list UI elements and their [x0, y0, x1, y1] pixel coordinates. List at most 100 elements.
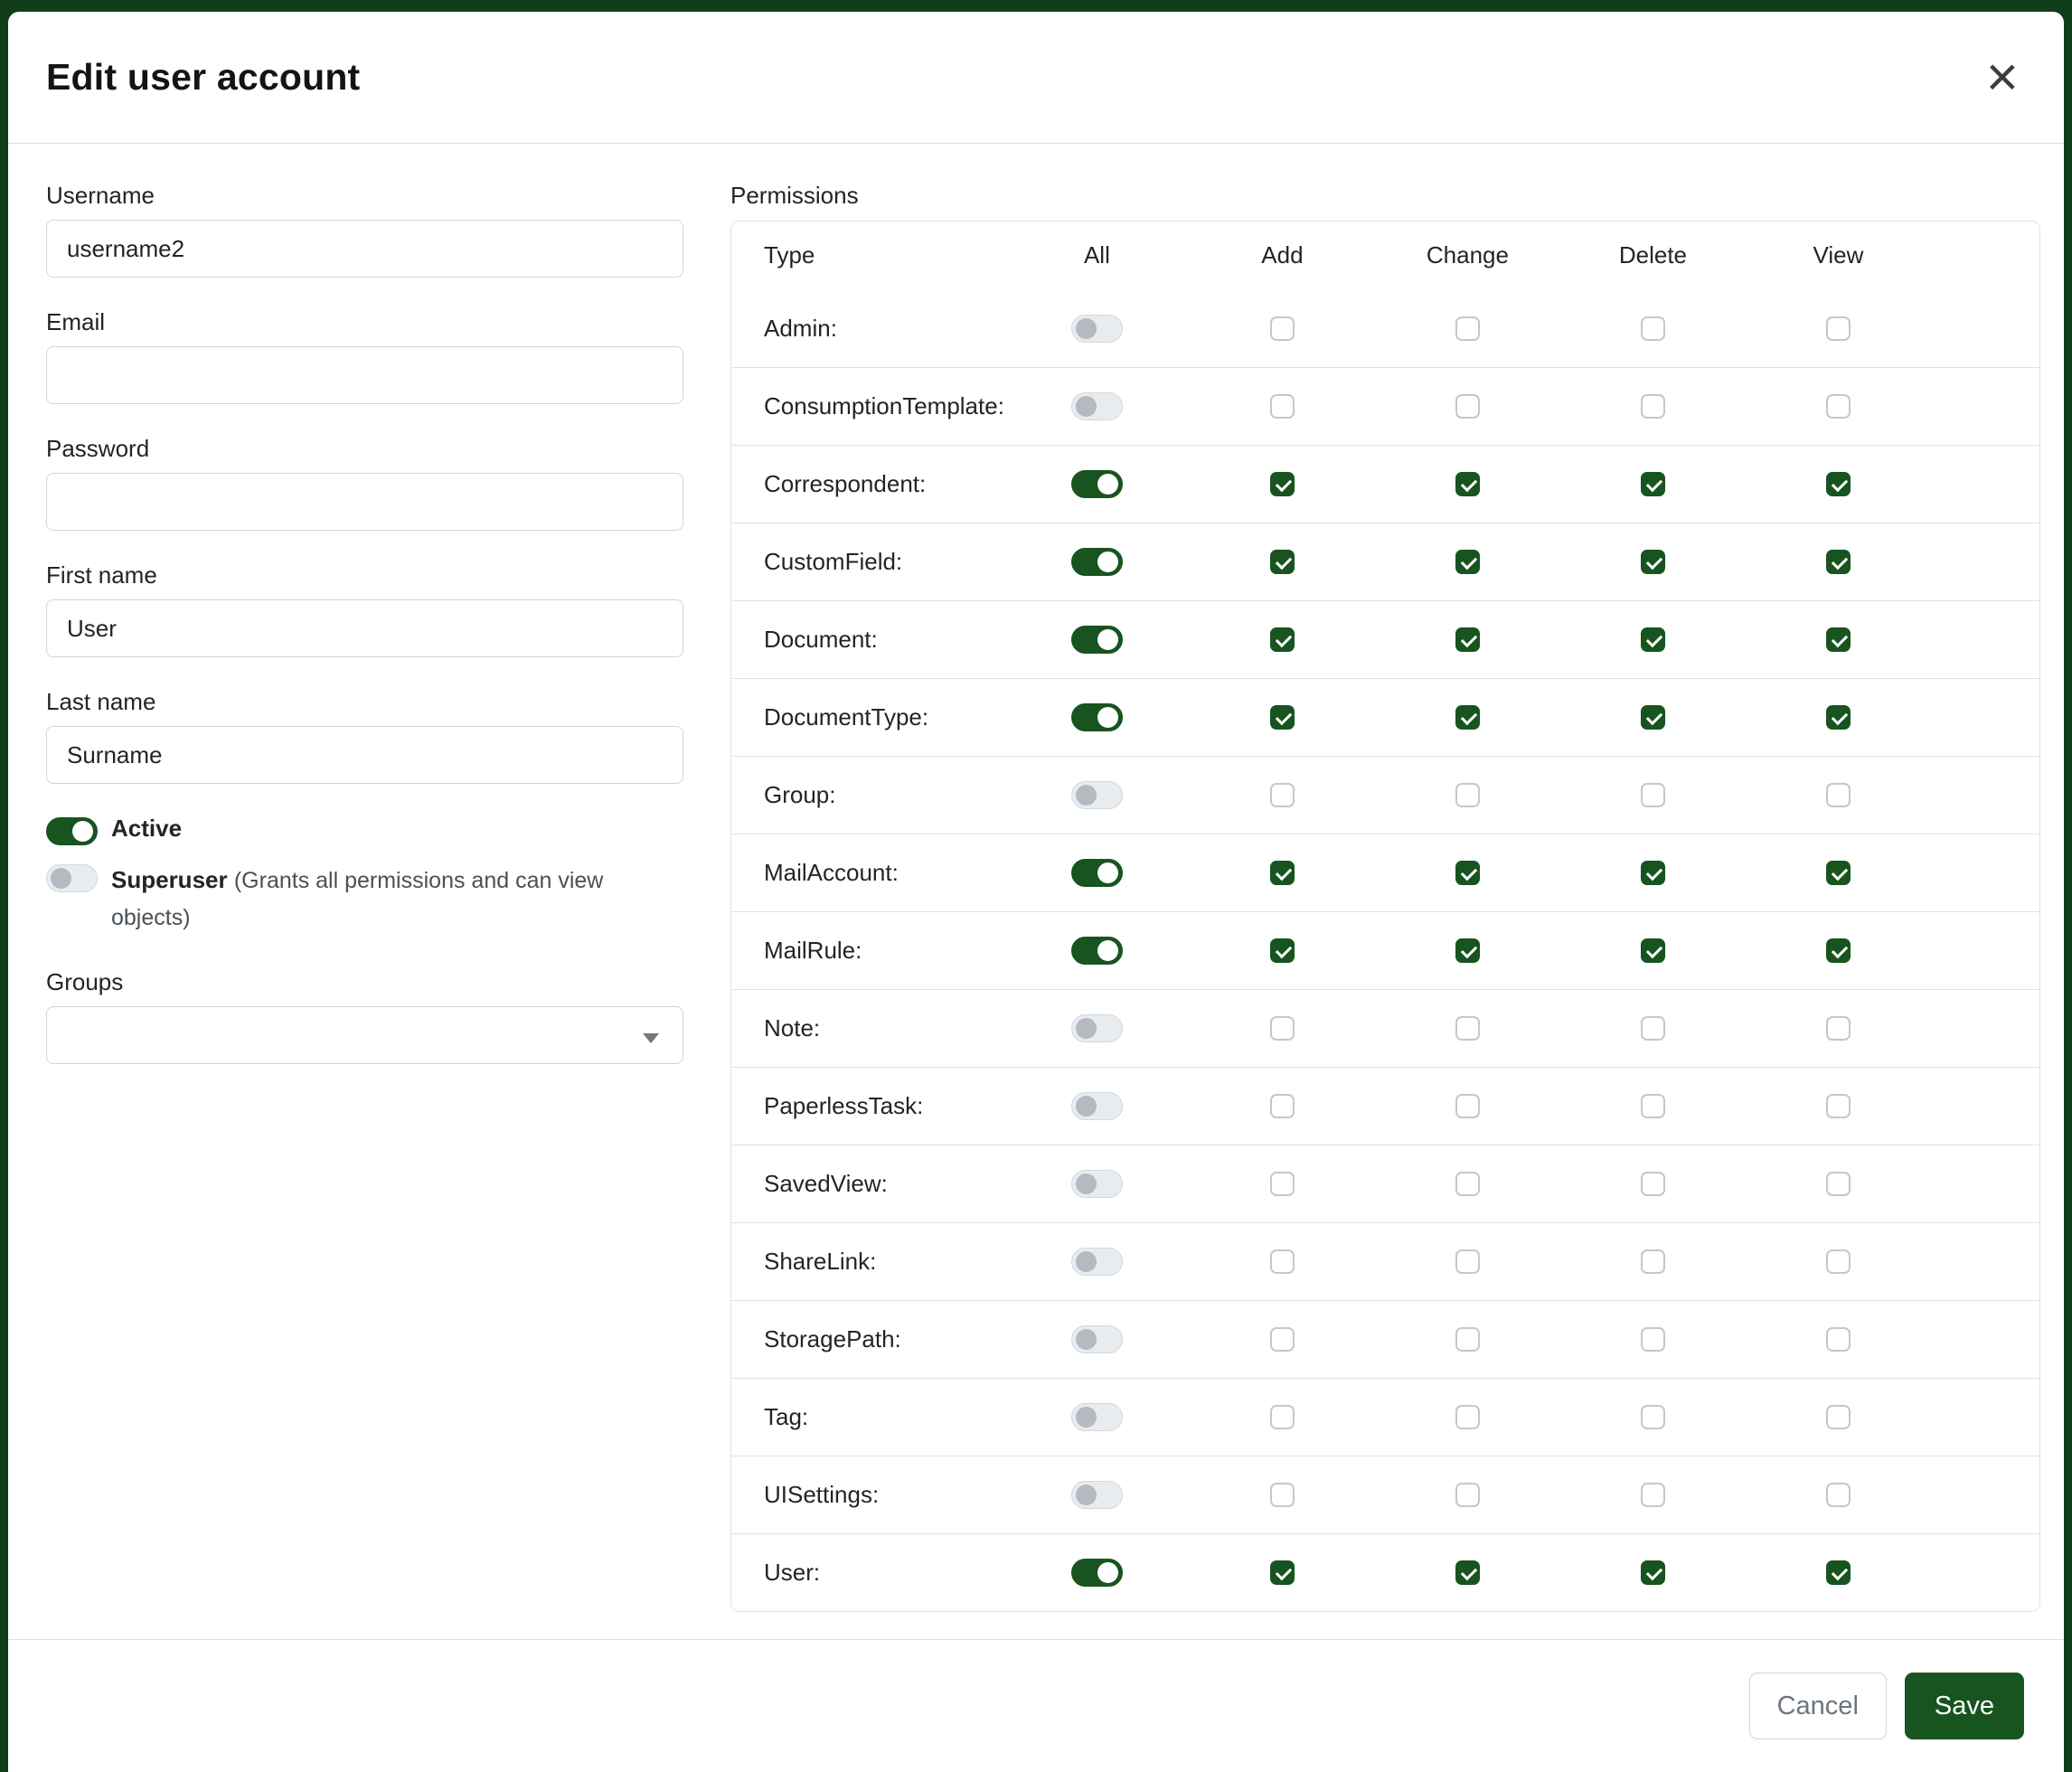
permission-delete-checkbox[interactable]	[1641, 1405, 1665, 1429]
permission-add-checkbox[interactable]	[1270, 1405, 1295, 1429]
permission-delete-checkbox[interactable]	[1641, 550, 1665, 574]
permission-change-checkbox[interactable]	[1455, 316, 1480, 341]
permission-all-toggle[interactable]	[1071, 392, 1123, 420]
permission-change-checkbox[interactable]	[1455, 705, 1480, 730]
permission-view-checkbox[interactable]	[1826, 1483, 1851, 1507]
permission-add-checkbox[interactable]	[1270, 627, 1295, 652]
permission-view-checkbox[interactable]	[1826, 1560, 1851, 1585]
password-label: Password	[46, 435, 683, 463]
permission-view-checkbox[interactable]	[1826, 1249, 1851, 1274]
permission-change-checkbox[interactable]	[1455, 627, 1480, 652]
first-name-input[interactable]	[46, 599, 683, 657]
permission-delete-checkbox[interactable]	[1641, 1483, 1665, 1507]
permission-row: ShareLink:	[731, 1222, 2039, 1300]
permission-delete-checkbox[interactable]	[1641, 861, 1665, 885]
permission-view-checkbox[interactable]	[1826, 627, 1851, 652]
password-field[interactable]	[46, 473, 683, 531]
permission-change-checkbox[interactable]	[1455, 861, 1480, 885]
permission-all-toggle[interactable]	[1071, 859, 1123, 887]
permission-delete-checkbox[interactable]	[1641, 1016, 1665, 1041]
active-toggle[interactable]	[46, 817, 98, 845]
permission-add-checkbox[interactable]	[1270, 550, 1295, 574]
permission-all-toggle[interactable]	[1071, 937, 1123, 965]
permission-delete-checkbox[interactable]	[1641, 1094, 1665, 1118]
permission-delete-checkbox[interactable]	[1641, 1172, 1665, 1196]
permission-change-checkbox[interactable]	[1455, 783, 1480, 807]
permission-add-checkbox[interactable]	[1270, 938, 1295, 963]
permission-change-checkbox[interactable]	[1455, 938, 1480, 963]
permission-change-checkbox[interactable]	[1455, 472, 1480, 496]
permission-add-checkbox[interactable]	[1270, 861, 1295, 885]
permission-all-toggle[interactable]	[1071, 470, 1123, 498]
permission-add-checkbox[interactable]	[1270, 316, 1295, 341]
permission-add-checkbox[interactable]	[1270, 1560, 1295, 1585]
permission-delete-checkbox[interactable]	[1641, 1327, 1665, 1352]
permission-add-checkbox[interactable]	[1270, 472, 1295, 496]
permission-view-checkbox[interactable]	[1826, 472, 1851, 496]
permission-all-toggle[interactable]	[1071, 1248, 1123, 1276]
permission-change-checkbox[interactable]	[1455, 1327, 1480, 1352]
permission-change-checkbox[interactable]	[1455, 1560, 1480, 1585]
permission-change-checkbox[interactable]	[1455, 1094, 1480, 1118]
permission-delete-checkbox[interactable]	[1641, 316, 1665, 341]
permission-delete-checkbox[interactable]	[1641, 938, 1665, 963]
permission-view-checkbox[interactable]	[1826, 1405, 1851, 1429]
permission-all-toggle[interactable]	[1071, 626, 1123, 654]
permission-add-checkbox[interactable]	[1270, 1327, 1295, 1352]
permission-delete-checkbox[interactable]	[1641, 705, 1665, 730]
permission-add-checkbox[interactable]	[1270, 1094, 1295, 1118]
permission-view-checkbox[interactable]	[1826, 1172, 1851, 1196]
username-input[interactable]	[46, 220, 683, 278]
permission-all-toggle[interactable]	[1071, 1170, 1123, 1198]
permission-all-toggle[interactable]	[1071, 1325, 1123, 1353]
permission-view-checkbox[interactable]	[1826, 1016, 1851, 1041]
permission-view-checkbox[interactable]	[1826, 1094, 1851, 1118]
permission-delete-checkbox[interactable]	[1641, 394, 1665, 419]
permission-change-checkbox[interactable]	[1455, 1016, 1480, 1041]
permission-delete-checkbox[interactable]	[1641, 472, 1665, 496]
permission-add-checkbox[interactable]	[1270, 1483, 1295, 1507]
permission-type-label: DocumentType:	[731, 703, 1004, 731]
permission-change-checkbox[interactable]	[1455, 550, 1480, 574]
superuser-toggle[interactable]	[46, 864, 98, 892]
permission-view-checkbox[interactable]	[1826, 394, 1851, 419]
permission-delete-checkbox[interactable]	[1641, 1249, 1665, 1274]
groups-select[interactable]	[46, 1006, 683, 1064]
permission-add-checkbox[interactable]	[1270, 394, 1295, 419]
permission-view-checkbox[interactable]	[1826, 938, 1851, 963]
cancel-button[interactable]: Cancel	[1749, 1673, 1887, 1739]
permission-add-checkbox[interactable]	[1270, 1249, 1295, 1274]
permission-delete-checkbox[interactable]	[1641, 783, 1665, 807]
permission-all-toggle[interactable]	[1071, 781, 1123, 809]
email-field[interactable]	[46, 346, 683, 404]
permission-all-toggle[interactable]	[1071, 1403, 1123, 1431]
permission-all-toggle[interactable]	[1071, 315, 1123, 343]
permission-view-checkbox[interactable]	[1826, 783, 1851, 807]
permission-change-checkbox[interactable]	[1455, 1405, 1480, 1429]
permission-change-checkbox[interactable]	[1455, 394, 1480, 419]
permission-all-toggle[interactable]	[1071, 1014, 1123, 1042]
permission-view-checkbox[interactable]	[1826, 316, 1851, 341]
close-icon[interactable]: ×	[1981, 50, 2024, 106]
permission-all-toggle[interactable]	[1071, 1481, 1123, 1509]
permission-view-checkbox[interactable]	[1826, 1327, 1851, 1352]
permission-add-checkbox[interactable]	[1270, 1172, 1295, 1196]
permission-all-toggle[interactable]	[1071, 1559, 1123, 1587]
permission-view-checkbox[interactable]	[1826, 861, 1851, 885]
permission-all-toggle[interactable]	[1071, 703, 1123, 731]
permission-delete-checkbox[interactable]	[1641, 627, 1665, 652]
permission-view-checkbox[interactable]	[1826, 705, 1851, 730]
permission-add-checkbox[interactable]	[1270, 705, 1295, 730]
permission-change-checkbox[interactable]	[1455, 1483, 1480, 1507]
permission-change-checkbox[interactable]	[1455, 1172, 1480, 1196]
permission-change-checkbox[interactable]	[1455, 1249, 1480, 1274]
last-name-input[interactable]	[46, 726, 683, 784]
permission-add-checkbox[interactable]	[1270, 1016, 1295, 1041]
col-header-change: Change	[1375, 241, 1560, 269]
permission-add-checkbox[interactable]	[1270, 783, 1295, 807]
permission-all-toggle[interactable]	[1071, 548, 1123, 576]
permission-all-toggle[interactable]	[1071, 1092, 1123, 1120]
save-button[interactable]: Save	[1905, 1673, 2024, 1739]
permission-view-checkbox[interactable]	[1826, 550, 1851, 574]
permission-delete-checkbox[interactable]	[1641, 1560, 1665, 1585]
